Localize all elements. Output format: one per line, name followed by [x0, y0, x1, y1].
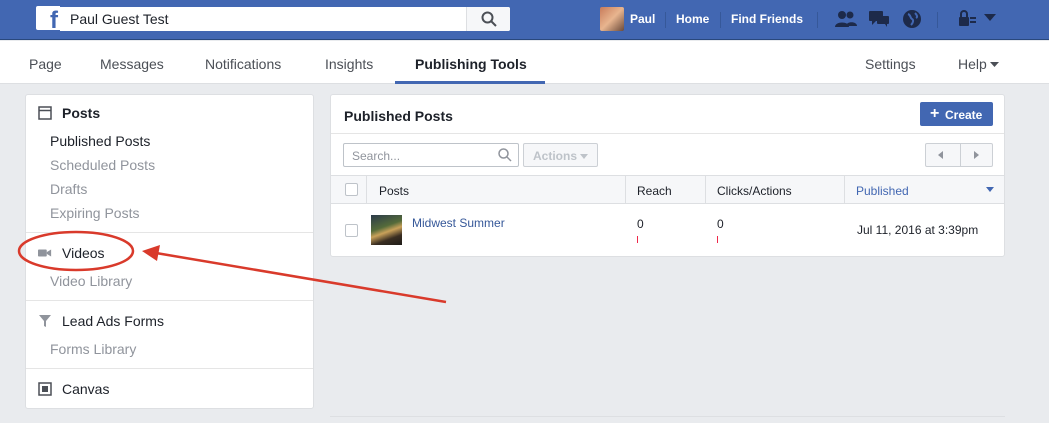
plus-icon: + — [930, 105, 940, 122]
facebook-logo-icon[interactable]: f — [36, 6, 60, 33]
tab-insights[interactable]: Insights — [325, 56, 373, 72]
sort-descending-icon[interactable] — [986, 187, 994, 192]
sidebar-item-drafts[interactable]: Drafts — [50, 181, 87, 197]
nav-divider — [720, 12, 721, 28]
content-bottom-divider — [330, 416, 1005, 417]
profile-link[interactable]: Paul — [630, 12, 655, 26]
tab-settings[interactable]: Settings — [865, 56, 916, 72]
sidebar-item-video-library[interactable]: Video Library — [50, 273, 132, 289]
sidebar-divider — [26, 300, 313, 301]
column-divider — [366, 176, 367, 203]
tab-help[interactable]: Help — [958, 56, 987, 72]
published-posts-panel: Published Posts + Create Search... Actio… — [330, 94, 1005, 257]
post-title-link[interactable]: Midwest Summer — [412, 216, 505, 230]
sidebar-section-label: Lead Ads Forms — [62, 313, 164, 329]
page-tab-bar: Page Messages Notifications Insights Pub… — [0, 41, 1049, 84]
panel-divider — [331, 133, 1004, 134]
tab-publishing-tools[interactable]: Publishing Tools — [415, 56, 527, 72]
chevron-left-icon — [938, 151, 943, 159]
nav-divider — [817, 12, 818, 28]
messages-icon[interactable] — [868, 9, 890, 29]
next-page-button[interactable] — [960, 144, 993, 166]
nav-divider — [665, 12, 666, 28]
active-tab-indicator — [395, 81, 545, 84]
chevron-down-icon — [580, 154, 588, 159]
chevron-right-icon — [974, 151, 979, 159]
tab-page[interactable]: Page — [29, 56, 62, 72]
sidebar-divider — [26, 368, 313, 369]
clicks-value: 0 — [717, 217, 724, 231]
column-divider — [625, 176, 626, 203]
account-menu-caret-icon[interactable] — [984, 14, 996, 22]
column-divider — [844, 176, 845, 203]
select-all-checkbox[interactable] — [345, 183, 358, 196]
column-header-published[interactable]: Published — [856, 184, 909, 198]
column-header-clicks-actions[interactable]: Clicks/Actions — [717, 184, 792, 198]
canvas-icon — [38, 382, 52, 396]
friend-requests-icon[interactable] — [834, 9, 858, 29]
search-placeholder: Search... — [352, 149, 401, 163]
previous-page-button[interactable] — [926, 144, 959, 166]
published-date: Jul 11, 2016 at 3:39pm — [857, 223, 979, 237]
pagination-control — [925, 143, 993, 167]
search-button[interactable] — [466, 7, 510, 31]
clicks-bar — [717, 236, 718, 243]
create-post-button[interactable]: + Create — [920, 102, 993, 126]
publishing-tools-sidebar: Posts Published Posts Scheduled Posts Dr… — [25, 94, 314, 409]
sidebar-section-label: Canvas — [62, 381, 110, 397]
sidebar-divider — [26, 232, 313, 233]
home-link[interactable]: Home — [676, 12, 709, 26]
video-camera-icon — [38, 249, 52, 257]
global-search-input[interactable]: Paul Guest Test — [70, 11, 169, 27]
find-friends-link[interactable]: Find Friends — [731, 12, 803, 26]
panel-title: Published Posts — [344, 108, 453, 124]
create-button-label: Create — [945, 108, 983, 122]
search-icon — [481, 11, 497, 27]
search-icon — [498, 148, 512, 162]
sidebar-item-published-posts[interactable]: Published Posts — [50, 133, 150, 149]
reach-value: 0 — [637, 217, 644, 231]
post-thumbnail[interactable] — [371, 215, 402, 245]
funnel-icon — [39, 315, 51, 327]
tab-messages[interactable]: Messages — [100, 56, 164, 72]
actions-dropdown[interactable]: Actions — [523, 143, 598, 167]
sidebar-item-forms-library[interactable]: Forms Library — [50, 341, 136, 357]
posts-icon — [38, 106, 52, 120]
nav-divider — [937, 12, 938, 28]
global-search-box[interactable]: Paul Guest Test — [60, 7, 510, 31]
reach-bar — [637, 236, 638, 243]
column-header-reach[interactable]: Reach — [637, 184, 672, 198]
sidebar-section-label: Videos — [62, 245, 105, 261]
column-divider — [705, 176, 706, 203]
sidebar-item-scheduled-posts[interactable]: Scheduled Posts — [50, 157, 155, 173]
privacy-lock-icon[interactable] — [957, 9, 977, 29]
avatar[interactable] — [600, 7, 624, 31]
tab-notifications[interactable]: Notifications — [205, 56, 281, 72]
notifications-globe-icon[interactable] — [902, 9, 922, 29]
row-checkbox[interactable] — [345, 224, 358, 237]
table-header: Posts Reach Clicks/Actions Published — [331, 175, 1004, 204]
posts-search-input[interactable]: Search... — [343, 143, 519, 167]
column-header-posts[interactable]: Posts — [379, 184, 409, 198]
top-navigation-bar: f Paul Guest Test Paul Home Find Friends — [0, 0, 1049, 40]
sidebar-section-label: Posts — [62, 105, 101, 121]
help-caret-icon — [990, 62, 999, 67]
sidebar-item-expiring-posts[interactable]: Expiring Posts — [50, 205, 139, 221]
actions-label: Actions — [533, 149, 578, 163]
